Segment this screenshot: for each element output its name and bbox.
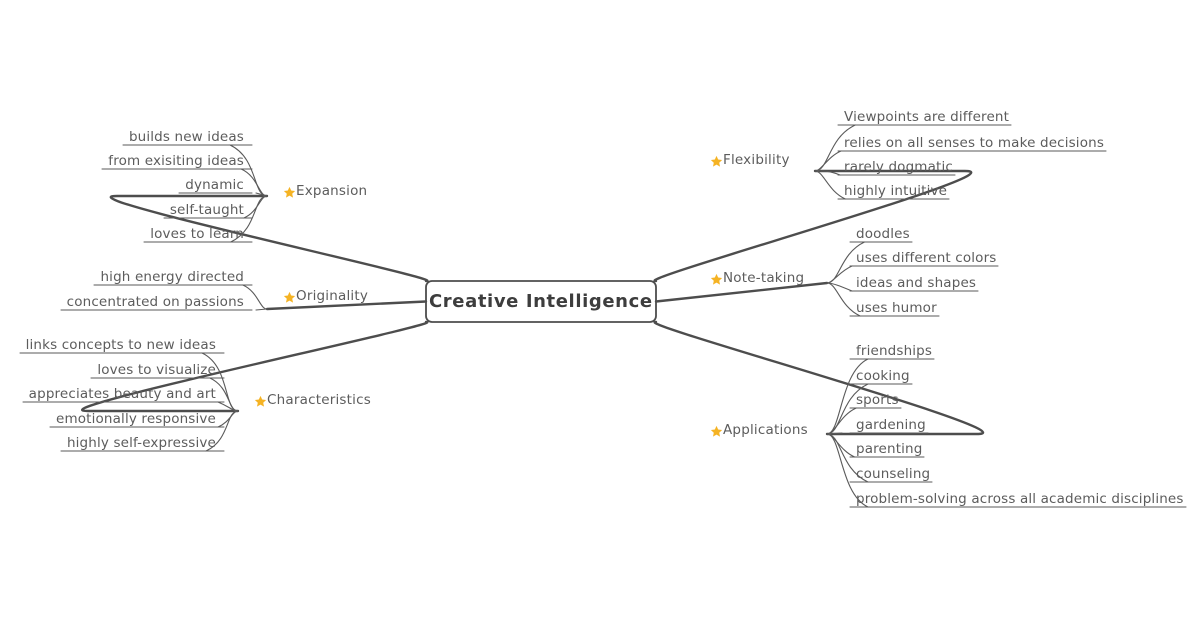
- leaf-label[interactable]: concentrated on passions: [67, 294, 244, 310]
- leaf-connector: [243, 195, 268, 219]
- star-icon: [283, 289, 296, 303]
- leaf-label[interactable]: doodles: [856, 226, 910, 242]
- leaf-label[interactable]: highly self-expressive: [67, 435, 216, 451]
- leaf-label[interactable]: high energy directed: [100, 269, 244, 285]
- leaf-label[interactable]: Viewpoints are different: [844, 109, 1009, 125]
- leaf-label[interactable]: from exisiting ideas: [108, 153, 244, 169]
- leaf-connector: [814, 150, 842, 172]
- central-node-label: Creative Intelligence: [429, 291, 653, 312]
- leaf-connector: [242, 284, 268, 310]
- leaf-label[interactable]: emotionally responsive: [56, 411, 216, 427]
- leaf-label[interactable]: ideas and shapes: [856, 275, 976, 291]
- leaf-connector: [240, 168, 268, 197]
- leaf-label[interactable]: builds new ideas: [129, 129, 244, 145]
- leaf-connector: [255, 308, 268, 311]
- mind-map-canvas: Expansion builds new ideas from exisiting …: [0, 0, 1200, 630]
- leaf-connector: [814, 170, 841, 176]
- leaf-label[interactable]: highly intuitive: [844, 183, 947, 199]
- leaf-label[interactable]: rarely dogmatic: [844, 159, 953, 175]
- leaf-label[interactable]: problem-solving across all academic disc…: [856, 491, 1184, 507]
- leaf-connector: [814, 170, 846, 200]
- star-icon: [710, 271, 723, 285]
- leaf-label[interactable]: parenting: [856, 441, 922, 457]
- leaf-label[interactable]: self-taught: [170, 202, 244, 218]
- leaf-label[interactable]: loves to visualize: [97, 362, 216, 378]
- leaf-label[interactable]: uses different colors: [856, 250, 996, 266]
- leaf-connector: [826, 407, 857, 435]
- leaf-label[interactable]: counseling: [856, 466, 930, 482]
- leaf-label[interactable]: friendships: [856, 343, 932, 359]
- leaf-label[interactable]: sports: [856, 392, 899, 408]
- leaf-label[interactable]: links concepts to new ideas: [26, 337, 216, 353]
- star-icon: [710, 423, 723, 437]
- star-icon: [710, 153, 723, 167]
- leaf-connector: [826, 432, 843, 435]
- leaf-label[interactable]: cooking: [856, 368, 910, 384]
- leaf-label[interactable]: uses humor: [856, 300, 937, 316]
- leaf-label[interactable]: dynamic: [185, 177, 244, 193]
- star-icon: [283, 184, 296, 198]
- leaf-connector: [826, 282, 853, 292]
- branch-stem-applications: [653, 320, 984, 436]
- leaf-label[interactable]: loves to learn: [150, 226, 244, 242]
- leaf-connector: [255, 192, 268, 197]
- leaf-label[interactable]: relies on all senses to make decisions: [844, 135, 1104, 151]
- leaf-label[interactable]: gardening: [856, 417, 926, 433]
- branch-label-characteristics[interactable]: Characteristics: [267, 392, 371, 408]
- branch-label-note-taking[interactable]: Note-taking: [723, 270, 804, 286]
- star-icon: [254, 393, 267, 407]
- leaf-connector: [826, 433, 856, 458]
- connector-lines: [19, 124, 1187, 508]
- branch-label-expansion[interactable]: Expansion: [296, 183, 367, 199]
- leaf-label[interactable]: appreciates beauty and art: [29, 386, 216, 402]
- branch-label-flexibility[interactable]: Flexibility: [723, 152, 790, 168]
- branch-label-originality[interactable]: Originality: [296, 288, 368, 304]
- leaf-connector: [826, 265, 853, 284]
- leaf-connector: [217, 410, 239, 428]
- leaf-connector: [217, 401, 239, 412]
- branch-label-applications[interactable]: Applications: [723, 422, 808, 438]
